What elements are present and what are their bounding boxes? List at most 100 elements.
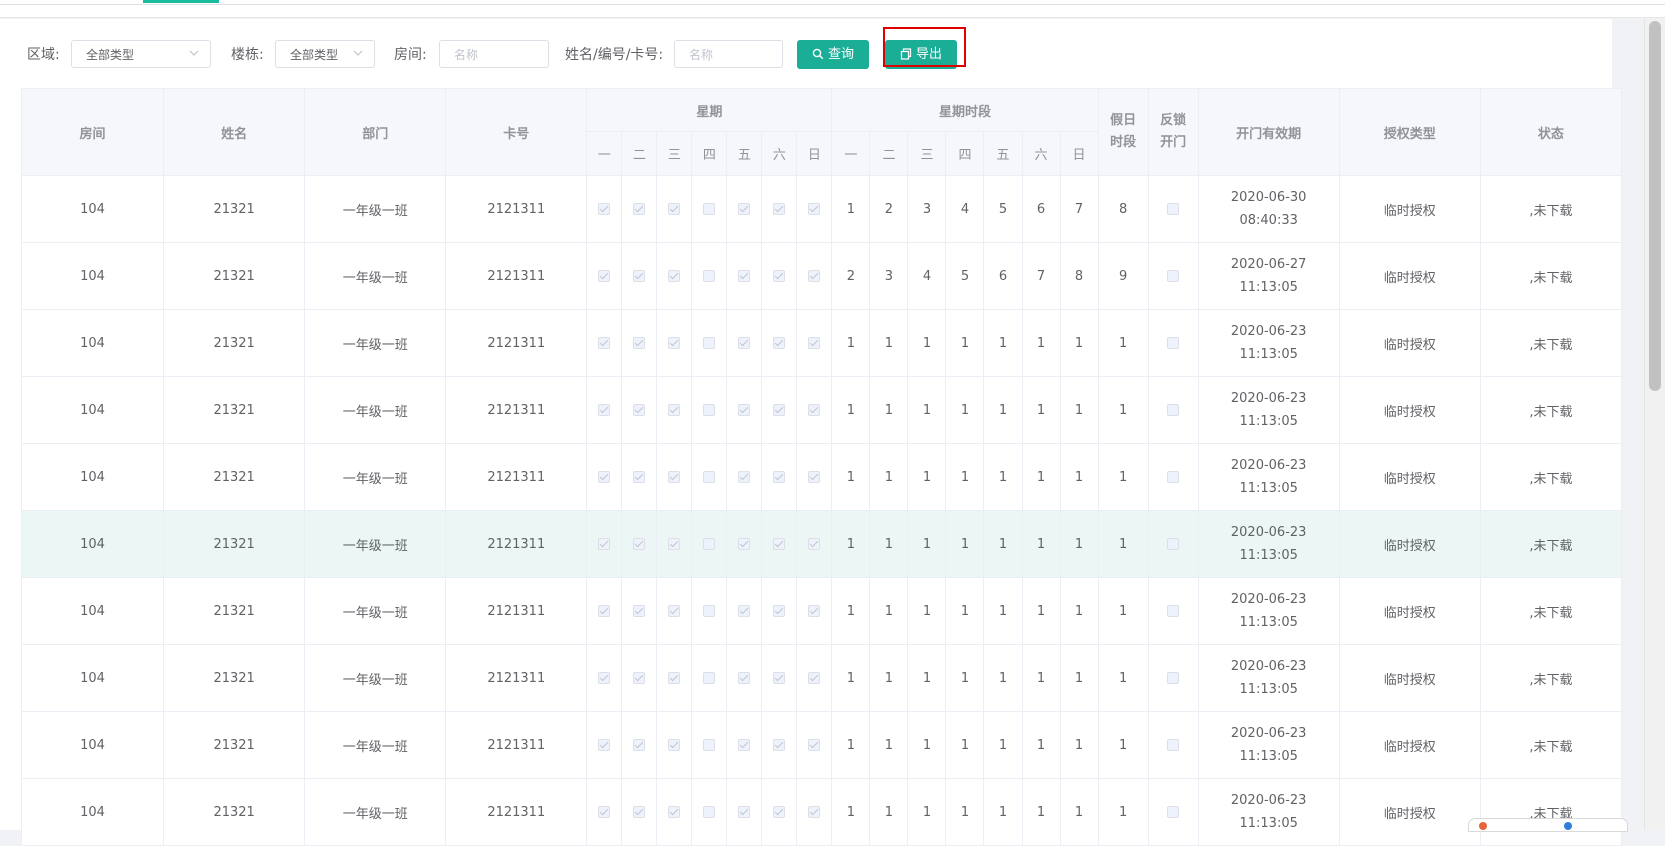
cell-week-period: 7 bbox=[1021, 242, 1061, 310]
cell-dept: 一年级一班 bbox=[304, 644, 447, 712]
cell-week-day bbox=[761, 242, 798, 310]
table-row[interactable]: 104 21321 一年级一班 2121311 1 1 1 1 1 1 1 1 2020-06-23 1… bbox=[20, 577, 1623, 645]
cell-week-period: 1 bbox=[869, 376, 909, 444]
checked-checkbox bbox=[738, 337, 751, 349]
cell-week-day bbox=[586, 644, 623, 712]
checked-checkbox bbox=[773, 337, 786, 349]
week-day-header: 二 bbox=[621, 131, 658, 176]
checked-checkbox bbox=[598, 538, 611, 550]
cell-week-period: 1 bbox=[869, 443, 909, 511]
checked-checkbox bbox=[738, 270, 751, 282]
table-row[interactable]: 104 21321 一年级一班 2121311 1 1 1 1 1 1 1 1 2020-06-23 1… bbox=[20, 510, 1623, 578]
table-row[interactable]: 104 21321 一年级一班 2121311 1 1 1 1 1 1 1 1 2020-06-23 1… bbox=[20, 778, 1623, 846]
cell-week-period: 1 bbox=[1059, 309, 1099, 377]
table-row[interactable]: 104 21321 一年级一班 2121311 1 2 3 4 5 6 7 8 2020-06-30 0… bbox=[20, 175, 1623, 243]
cell-expiry: 2020-06-23 11:13:05 bbox=[1197, 309, 1340, 377]
cell-week-period: 3 bbox=[907, 175, 947, 243]
cell-card: 2121311 bbox=[445, 443, 588, 511]
cell-auth-type: 临时授权 bbox=[1338, 309, 1481, 377]
cell-week-day bbox=[796, 778, 833, 846]
expiry-text: 2020-06-23 11:13:05 bbox=[1230, 592, 1307, 630]
checked-checkbox bbox=[668, 471, 681, 483]
checked-checkbox bbox=[808, 203, 821, 215]
cell-week-period: 1 bbox=[831, 711, 871, 779]
unchecked-checkbox bbox=[703, 270, 716, 282]
checked-checkbox bbox=[773, 605, 786, 617]
cell-holiday-period: 1 bbox=[1097, 376, 1149, 444]
checked-checkbox bbox=[738, 404, 751, 416]
checked-checkbox bbox=[773, 739, 786, 751]
cell-week-day bbox=[761, 644, 798, 712]
cell-week-period: 1 bbox=[1021, 577, 1061, 645]
cell-week-period: 6 bbox=[983, 242, 1023, 310]
week-day-header: 四 bbox=[691, 131, 728, 176]
person-input[interactable]: 名称 bbox=[674, 40, 783, 68]
cell-week-day bbox=[621, 309, 658, 377]
week-day-header: 一 bbox=[586, 131, 623, 176]
table-row[interactable]: 104 21321 一年级一班 2121311 1 1 1 1 1 1 1 1 2020-06-23 1… bbox=[20, 644, 1623, 712]
scrollbar-thumb[interactable] bbox=[1649, 21, 1661, 391]
unchecked-checkbox bbox=[703, 203, 716, 215]
cell-week-day bbox=[726, 644, 763, 712]
cell-week-period: 1 bbox=[831, 309, 871, 377]
cell-week-day bbox=[586, 443, 623, 511]
cell-card: 2121311 bbox=[445, 175, 588, 243]
cell-week-day bbox=[691, 510, 728, 578]
area-select[interactable]: 全部类型 bbox=[71, 40, 211, 68]
table-row[interactable]: 104 21321 一年级一班 2121311 2 3 4 5 6 7 8 9 2020-06-27 1… bbox=[20, 242, 1623, 310]
checked-checkbox bbox=[808, 471, 821, 483]
cell-dept: 一年级一班 bbox=[304, 242, 447, 310]
table-row[interactable]: 104 21321 一年级一班 2121311 1 1 1 1 1 1 1 1 2020-06-23 1… bbox=[20, 711, 1623, 779]
col-card-header: 卡号 bbox=[445, 88, 588, 176]
cell-week-day bbox=[691, 309, 728, 377]
chevron-down-icon bbox=[353, 50, 363, 56]
cell-week-period: 1 bbox=[907, 577, 947, 645]
checked-checkbox bbox=[633, 672, 646, 684]
cell-week-day bbox=[691, 175, 728, 243]
cell-antilock bbox=[1147, 242, 1199, 310]
cell-week-period: 1 bbox=[869, 510, 909, 578]
cell-week-day bbox=[586, 711, 623, 779]
cell-week-period: 8 bbox=[1059, 242, 1099, 310]
cell-week-period: 1 bbox=[869, 711, 909, 779]
cell-week-day bbox=[586, 175, 623, 243]
antilock-checkbox bbox=[1167, 404, 1180, 416]
tab-bar-divider bbox=[0, 4, 1665, 5]
cell-antilock bbox=[1147, 510, 1199, 578]
expiry-text: 2020-06-23 11:13:05 bbox=[1230, 391, 1307, 429]
cell-antilock bbox=[1147, 376, 1199, 444]
table-row[interactable]: 104 21321 一年级一班 2121311 1 1 1 1 1 1 1 1 2020-06-23 1… bbox=[20, 443, 1623, 511]
cell-week-day bbox=[656, 510, 693, 578]
checked-checkbox bbox=[633, 605, 646, 617]
vertical-scrollbar[interactable] bbox=[1644, 19, 1665, 830]
cell-auth-type: 临时授权 bbox=[1338, 778, 1481, 846]
cell-week-period: 2 bbox=[869, 175, 909, 243]
unchecked-checkbox bbox=[703, 806, 716, 818]
cell-auth-type: 临时授权 bbox=[1338, 376, 1481, 444]
cell-expiry: 2020-06-30 08:40:33 bbox=[1197, 175, 1340, 243]
checked-checkbox bbox=[633, 806, 646, 818]
table-row[interactable]: 104 21321 一年级一班 2121311 1 1 1 1 1 1 1 1 2020-06-23 1… bbox=[20, 309, 1623, 377]
antilock-checkbox bbox=[1167, 270, 1180, 282]
expiry-text: 2020-06-23 11:13:05 bbox=[1230, 324, 1307, 362]
checked-checkbox bbox=[773, 404, 786, 416]
cell-holiday-period: 1 bbox=[1097, 309, 1149, 377]
room-input[interactable]: 名称 bbox=[439, 40, 549, 68]
cell-week-day bbox=[656, 644, 693, 712]
cell-week-period: 1 bbox=[1021, 778, 1061, 846]
checked-checkbox bbox=[773, 270, 786, 282]
cell-status: ,未下载 bbox=[1479, 510, 1623, 578]
col-name-header: 姓名 bbox=[163, 88, 306, 176]
week-day-header: 六 bbox=[761, 131, 798, 176]
cell-week-period: 1 bbox=[1021, 711, 1061, 779]
cell-room: 104 bbox=[20, 242, 165, 310]
expiry-text: 2020-06-27 11:13:05 bbox=[1230, 257, 1307, 295]
table-row[interactable]: 104 21321 一年级一班 2121311 1 1 1 1 1 1 1 1 2020-06-23 1… bbox=[20, 376, 1623, 444]
cell-week-day bbox=[691, 577, 728, 645]
building-select[interactable]: 全部类型 bbox=[275, 40, 375, 68]
cell-week-day bbox=[726, 778, 763, 846]
cell-name: 21321 bbox=[163, 644, 306, 712]
period-day-header: 三 bbox=[907, 131, 947, 176]
checked-checkbox bbox=[633, 538, 646, 550]
query-button[interactable]: 查询 bbox=[797, 40, 869, 69]
